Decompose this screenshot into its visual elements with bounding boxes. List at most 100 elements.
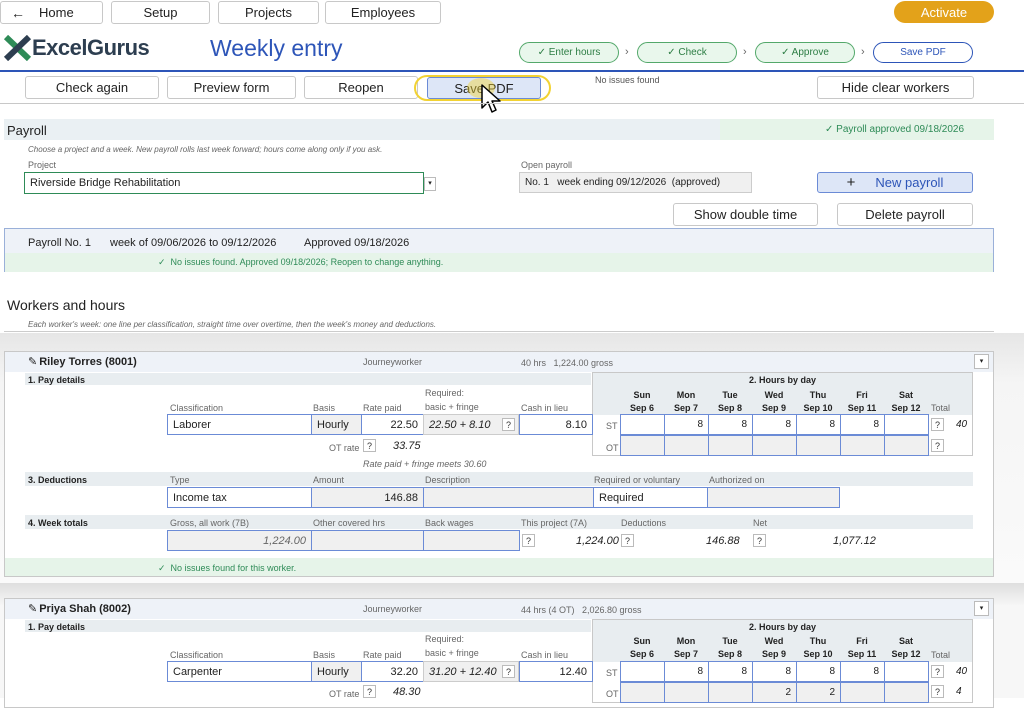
ded-amount-field[interactable]: 146.88 <box>311 487 424 508</box>
required-help-button[interactable]: ? <box>502 665 515 678</box>
gross-label: Gross, all work (7B) <box>170 518 250 528</box>
day-header: Thu Sep 10 <box>796 635 840 661</box>
day-date: Sep 9 <box>761 649 786 659</box>
projects-button[interactable]: Projects <box>218 1 319 24</box>
day-header: Tue Sep 8 <box>708 635 752 661</box>
ot-hours-cell[interactable] <box>708 682 753 703</box>
ot-hours-cell[interactable] <box>664 682 709 703</box>
ded-total-help-button[interactable]: ? <box>621 534 634 547</box>
step-approve[interactable]: ✓ Approve <box>755 42 855 63</box>
preview-form-button[interactable]: Preview form <box>167 76 296 99</box>
basis-field[interactable]: Hourly <box>311 661 362 682</box>
worker-collapse-button[interactable]: ▾ <box>974 354 989 369</box>
week-totals-band <box>25 515 973 529</box>
ot-hours-cell[interactable] <box>884 435 929 456</box>
pencil-icon[interactable]: ✎ <box>28 356 37 368</box>
rate-paid-field[interactable]: 32.20 <box>361 661 424 682</box>
back-wages-field[interactable] <box>423 530 520 551</box>
step-chevron-icon: › <box>625 46 629 58</box>
day-date: Sep 6 <box>629 649 654 659</box>
ot-hours-cell[interactable] <box>708 435 753 456</box>
st-hours-cell[interactable]: 8 <box>840 661 885 682</box>
ot-hours-cell[interactable]: 2 <box>752 682 797 703</box>
reopen-button[interactable]: Reopen <box>304 76 418 99</box>
st-total-help-button[interactable]: ? <box>931 665 944 678</box>
st-total-help-button[interactable]: ? <box>931 418 944 431</box>
st-hours-cell[interactable]: 8 <box>708 414 753 435</box>
project-select[interactable]: Riverside Bridge Rehabilitation <box>24 172 424 194</box>
st-hours-cell[interactable] <box>884 661 929 682</box>
home-button[interactable]: ← Home <box>0 1 103 24</box>
ot-hours-cell[interactable] <box>884 682 929 703</box>
ot-hours-cell[interactable] <box>796 435 841 456</box>
st-hours-cell[interactable]: 8 <box>796 661 841 682</box>
payroll-summary <box>4 228 994 272</box>
employees-button[interactable]: Employees <box>325 1 441 24</box>
step-save-pdf[interactable]: Save PDF <box>873 42 973 63</box>
st-hours-cell[interactable]: 8 <box>664 414 709 435</box>
check-again-button[interactable]: Check again <box>25 76 159 99</box>
st-hours-cell[interactable] <box>620 661 665 682</box>
day-name: Fri <box>856 390 868 400</box>
logo: ExcelGurus <box>4 33 150 63</box>
chevron-down-icon: ▾ <box>428 180 432 187</box>
this-project-help-button[interactable]: ? <box>522 534 535 547</box>
classification-field[interactable]: Laborer <box>167 414 312 435</box>
show-double-time-button[interactable]: Show double time <box>673 203 818 226</box>
ded-description-field[interactable] <box>423 487 594 508</box>
hours-by-day-label: 2. Hours by day <box>749 622 817 632</box>
net-help-button[interactable]: ? <box>753 534 766 547</box>
rate-paid-field[interactable]: 22.50 <box>361 414 424 435</box>
other-hrs-field[interactable] <box>311 530 424 551</box>
cash-lieu-field[interactable]: 8.10 <box>519 414 593 435</box>
delete-payroll-button[interactable]: Delete payroll <box>837 203 973 226</box>
step-enter-hours[interactable]: ✓ Enter hours <box>519 42 619 63</box>
st-hours-cell[interactable]: 8 <box>752 661 797 682</box>
cash-lieu-label: Cash in lieu <box>521 403 569 413</box>
ot-rate-help-button[interactable]: ? <box>363 439 376 452</box>
back-wages-label: Back wages <box>425 518 474 528</box>
setup-button[interactable]: Setup <box>111 1 210 24</box>
ot-hours-cell[interactable] <box>752 435 797 456</box>
ded-type-field[interactable]: Income tax <box>167 487 312 508</box>
st-hours-cell[interactable]: 8 <box>708 661 753 682</box>
classification-field[interactable]: Carpenter <box>167 661 312 682</box>
ot-hours-cell[interactable] <box>840 435 885 456</box>
st-hours-cell[interactable] <box>620 414 665 435</box>
pay-details-band <box>25 620 591 632</box>
ot-hours-cell[interactable]: 2 <box>796 682 841 703</box>
day-header: Sun Sep 6 <box>620 635 664 661</box>
gross-field[interactable]: 1,224.00 <box>167 530 312 551</box>
st-hours-cell[interactable]: 8 <box>840 414 885 435</box>
worker-name: ✎ Riley Torres (8001) <box>28 355 137 368</box>
new-payroll-button[interactable]: + New payroll <box>817 172 973 193</box>
cash-lieu-field[interactable]: 12.40 <box>519 661 593 682</box>
day-header: Mon Sep 7 <box>664 635 708 661</box>
day-header: Fri Sep 11 <box>840 635 884 661</box>
ot-hours-cell[interactable] <box>840 682 885 703</box>
worker-hours-gross: 44 hrs (4 OT) 2,026.80 gross <box>521 605 642 615</box>
st-hours-cell[interactable] <box>884 414 929 435</box>
ot-rate-help-button[interactable]: ? <box>363 685 376 698</box>
worker-collapse-button[interactable]: ▾ <box>974 601 989 616</box>
hide-clear-workers-button[interactable]: Hide clear workers <box>817 76 974 99</box>
st-hours-cell[interactable]: 8 <box>752 414 797 435</box>
required-help-button[interactable]: ? <box>502 418 515 431</box>
step-check[interactable]: ✓ Check <box>637 42 737 63</box>
st-hours-cell[interactable]: 8 <box>796 414 841 435</box>
ot-hours-cell[interactable] <box>620 682 665 703</box>
pencil-icon[interactable]: ✎ <box>28 603 37 615</box>
st-hours-cell[interactable]: 8 <box>664 661 709 682</box>
ot-hours-cell[interactable] <box>620 435 665 456</box>
ded-authorized-field[interactable] <box>707 487 840 508</box>
basis-field[interactable]: Hourly <box>311 414 362 435</box>
st-label: ST <box>606 668 618 678</box>
ot-hours-cell[interactable] <box>664 435 709 456</box>
project-dropdown-button[interactable]: ▾ <box>424 177 436 191</box>
ot-total-help-button[interactable]: ? <box>931 685 944 698</box>
basic-fringe-label: basic + fringe <box>425 648 479 658</box>
activate-button[interactable]: Activate <box>894 1 994 23</box>
ded-req-field[interactable]: Required <box>593 487 708 508</box>
ot-total-help-button[interactable]: ? <box>931 439 944 452</box>
new-payroll-label: New payroll <box>875 175 944 190</box>
